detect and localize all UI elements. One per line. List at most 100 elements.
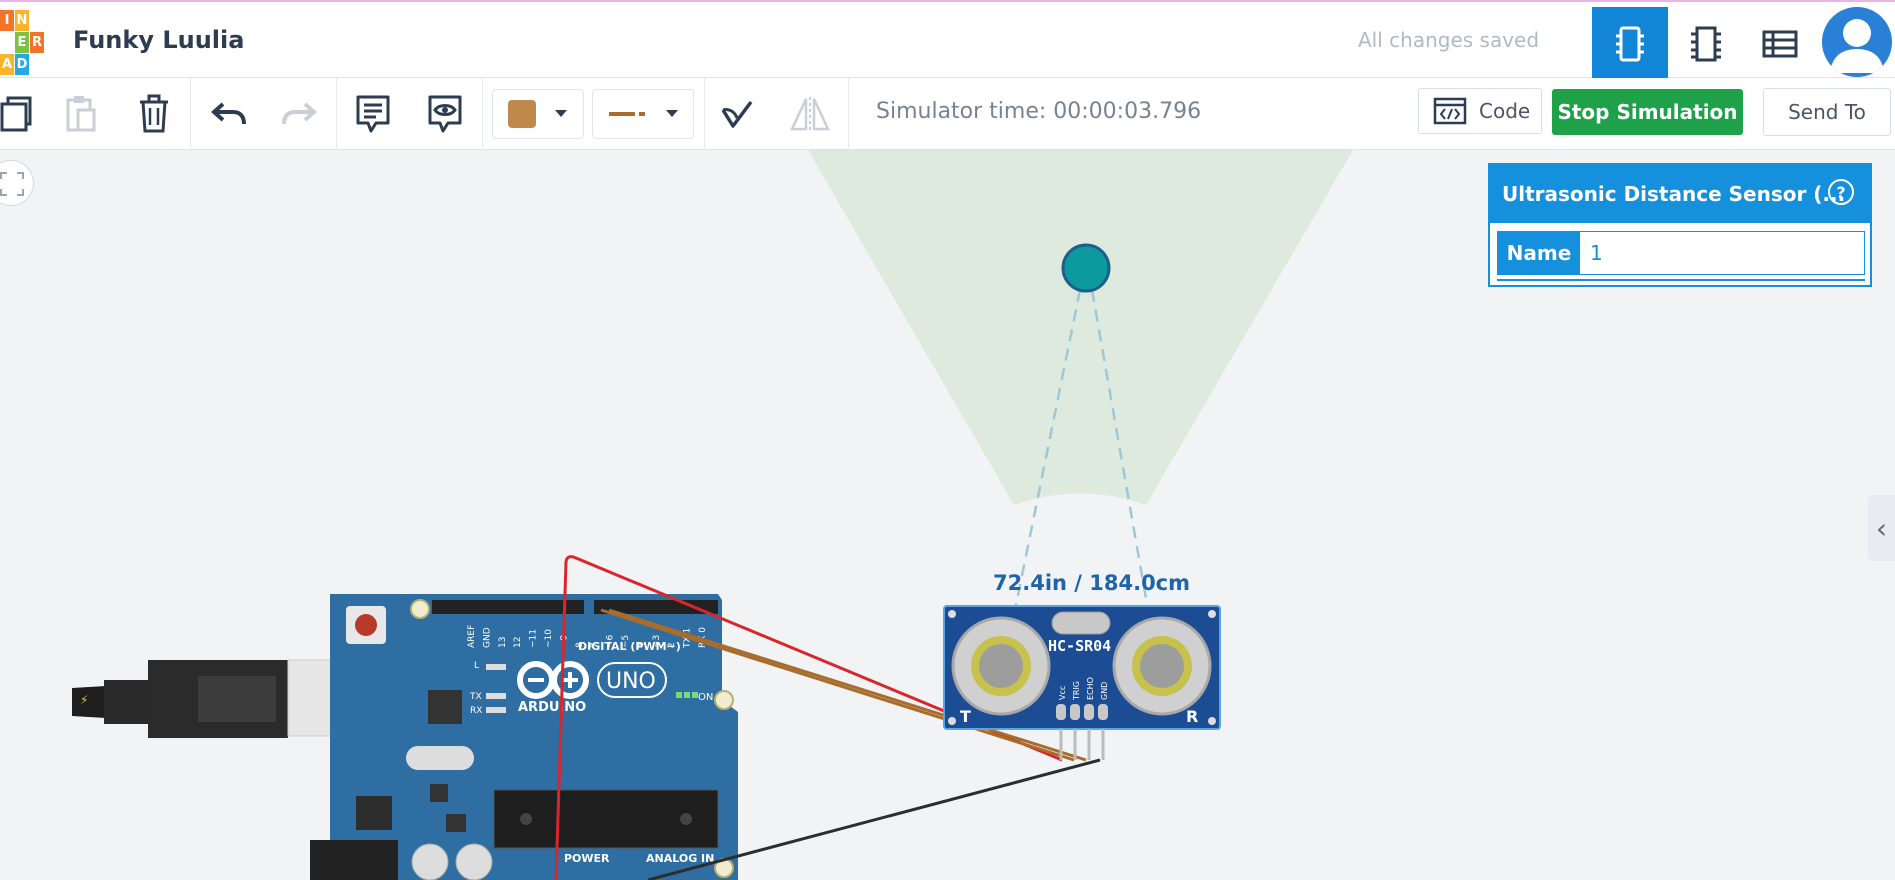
logo-letter: A <box>0 54 14 75</box>
redo-icon <box>282 102 317 125</box>
on-led-label: ON <box>698 692 713 703</box>
sensor-pin-label: Vcc <box>1058 686 1067 700</box>
help-button[interactable]: ? <box>1828 179 1854 205</box>
component-list-button[interactable] <box>1742 7 1818 80</box>
receiver-label: R <box>1186 707 1198 726</box>
save-status: All changes saved <box>1358 28 1540 52</box>
pin-label: ~5 <box>621 635 631 648</box>
inspector-panel: Ultrasonic Distance Sensor (... ? Name <box>1488 163 1872 287</box>
undo-icon <box>211 102 246 125</box>
inspector-divider <box>1497 279 1865 281</box>
chevron-down-icon <box>555 110 567 117</box>
pin-label: 12 <box>513 637 523 648</box>
stop-simulation-button[interactable]: Stop Simulation <box>1552 89 1743 135</box>
analog-header-label: ANALOG IN <box>646 852 714 865</box>
sensor-pin-label: GND <box>1100 682 1109 700</box>
note-button[interactable] <box>352 89 394 139</box>
board-brand: ARDUINO <box>518 700 586 715</box>
logo-blank <box>30 54 44 75</box>
wire-type-picker[interactable] <box>592 89 694 139</box>
logo-blank <box>0 32 14 53</box>
pin-label: 4 <box>636 642 646 648</box>
sensor-pin-label: TRIG <box>1072 681 1081 701</box>
target-object[interactable] <box>1061 243 1111 293</box>
fit-view-button[interactable] <box>0 160 34 206</box>
distance-readout: 72.4in / 184.0cm <box>993 571 1191 595</box>
pin-label: 7 <box>590 642 600 648</box>
user-avatar[interactable] <box>1822 7 1892 77</box>
top-bar: I N E R A D Funky Luulia All changes sav… <box>0 0 1895 80</box>
circuit-view-button[interactable] <box>1592 7 1668 80</box>
color-swatch <box>508 100 536 128</box>
logo-letter: I <box>0 10 14 31</box>
trash-icon <box>140 94 168 133</box>
toolbar: Simulator time: 00:00:03.796 Code Stop S… <box>0 78 1895 150</box>
code-icon <box>1433 97 1467 125</box>
schematic-view-icon <box>1691 26 1721 61</box>
color-picker[interactable] <box>492 89 584 139</box>
logo-blank <box>30 10 44 31</box>
led-label: RX <box>470 706 482 716</box>
arduino-uno-board[interactable] <box>310 594 738 880</box>
sensor-model-label: HC-SR04 <box>1048 637 1111 655</box>
redo-button[interactable] <box>278 89 320 139</box>
component-list-icon <box>1762 30 1798 57</box>
project-name[interactable]: Funky Luulia <box>73 26 244 54</box>
toolbar-divider <box>848 78 849 150</box>
tinkercad-logo[interactable]: I N E R A D <box>0 10 44 76</box>
undo-button[interactable] <box>208 89 250 139</box>
pin-label: GND <box>482 627 492 648</box>
eye-note-icon <box>428 95 462 133</box>
logo-letter: N <box>15 10 29 31</box>
toolbar-divider <box>482 78 483 150</box>
wire-style-icon <box>609 112 645 116</box>
name-input[interactable] <box>1580 232 1864 274</box>
ultrasonic-sensor[interactable] <box>943 605 1221 760</box>
chevron-left-icon: ‹ <box>1875 511 1888 545</box>
flip-button[interactable] <box>788 89 832 139</box>
logo-letter: R <box>30 32 44 53</box>
schematic-view-button[interactable] <box>1668 7 1744 80</box>
led-label: L <box>474 661 479 671</box>
toggle-notes-button[interactable] <box>424 89 466 139</box>
panel-collapse-tab[interactable]: ‹ <box>1868 495 1895 561</box>
fit-view-icon <box>0 172 24 196</box>
simulator-time: Simulator time: 00:00:03.796 <box>876 99 1202 124</box>
chevron-down-icon <box>666 110 678 117</box>
pin-label: AREF <box>467 625 477 648</box>
toolbar-divider <box>336 78 337 150</box>
board-model: UNO <box>606 669 656 694</box>
power-header-label: POWER <box>564 852 610 865</box>
code-label: Code <box>1479 99 1531 123</box>
rotate-icon <box>721 100 753 128</box>
sensor-pin-label: ECHO <box>1086 677 1095 700</box>
logo-letter: E <box>15 32 29 53</box>
pin-label: ~6 <box>606 634 616 648</box>
svg-text:⚡: ⚡ <box>80 693 88 707</box>
rotate-button[interactable] <box>716 89 758 139</box>
pin-label: 2 <box>667 642 677 648</box>
delete-button[interactable] <box>133 89 175 139</box>
paste-icon <box>66 96 96 132</box>
copy-icon <box>0 96 32 132</box>
name-field-row: Name <box>1497 231 1865 275</box>
note-icon <box>356 95 390 133</box>
detection-cone <box>808 150 1353 505</box>
pin-label: ~10 <box>544 629 554 648</box>
copy-button[interactable] <box>0 89 36 139</box>
paste-button[interactable] <box>60 89 102 139</box>
transmitter-label: T <box>960 707 971 726</box>
pin-label: 8 <box>575 642 585 648</box>
toolbar-divider <box>190 78 191 150</box>
code-button[interactable]: Code <box>1418 88 1542 134</box>
circuit-view-icon <box>1616 26 1644 61</box>
flip-icon <box>790 97 830 131</box>
pin-label: 13 <box>498 637 508 648</box>
led-label: TX <box>469 692 482 702</box>
pin-label: ~11 <box>529 629 539 648</box>
toolbar-divider <box>704 78 705 150</box>
pin-label: ~3 <box>652 635 662 648</box>
send-to-button[interactable]: Send To <box>1763 88 1891 136</box>
inspector-title: Ultrasonic Distance Sensor (... <box>1502 182 1846 206</box>
logo-letter: D <box>15 54 29 75</box>
